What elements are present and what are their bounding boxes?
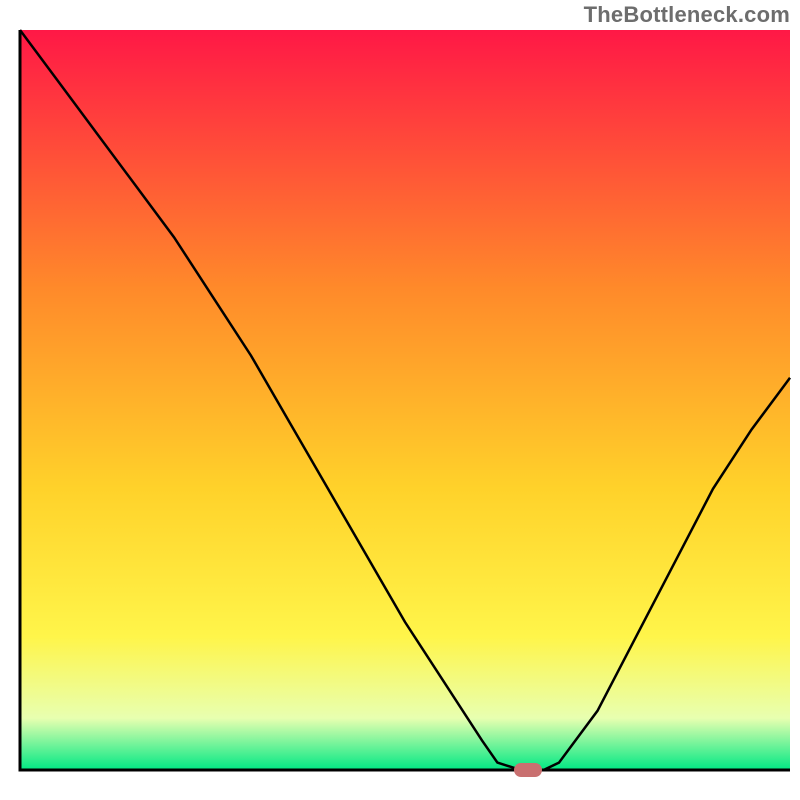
watermark-text: TheBottleneck.com: [584, 2, 790, 28]
chart-frame: TheBottleneck.com: [0, 0, 800, 800]
bottleneck-chart: [0, 0, 800, 800]
optimal-point-marker: [514, 763, 542, 777]
gradient-background: [20, 30, 790, 770]
